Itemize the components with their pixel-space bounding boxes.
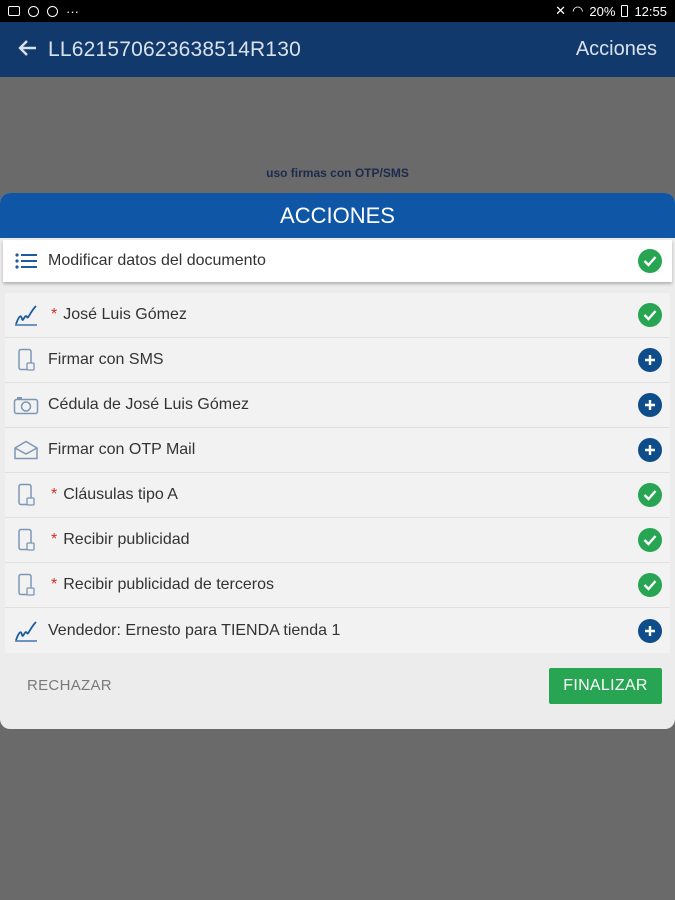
required-marker: * <box>51 531 58 548</box>
phone-icon <box>13 527 39 553</box>
finish-button[interactable]: FINALIZAR <box>549 668 662 704</box>
reject-button[interactable]: RECHAZAR <box>27 668 112 704</box>
action-item-label: Recibir publicidad de terceros <box>63 576 275 593</box>
check-icon <box>638 303 662 327</box>
check-icon <box>638 249 662 273</box>
phone-icon <box>13 572 39 598</box>
action-item[interactable]: * Recibir publicidad de terceros <box>5 563 670 608</box>
clock: 12:55 <box>634 3 667 19</box>
action-item[interactable]: * Cláusulas tipo A <box>5 473 670 518</box>
action-item-label: Vendedor: Ernesto para TIENDA tienda 1 <box>48 621 341 639</box>
signature-icon <box>13 618 39 644</box>
add-icon[interactable] <box>638 348 662 372</box>
actions-menu-button[interactable]: Acciones <box>576 38 657 61</box>
list-icon <box>13 248 39 274</box>
action-item-label: José Luis Gómez <box>63 306 187 323</box>
modify-document-label: Modificar datos del documento <box>48 252 266 269</box>
action-item[interactable]: Vendedor: Ernesto para TIENDA tienda 1 <box>5 608 670 653</box>
modify-document-item[interactable]: Modificar datos del documento <box>3 240 672 282</box>
battery-level: 20% <box>589 3 616 19</box>
camera-icon <box>13 392 39 418</box>
action-item[interactable]: * José Luis Gómez <box>5 293 670 338</box>
required-marker: * <box>51 306 58 323</box>
wifi-icon: ◠ <box>572 3 584 18</box>
document-title: LL621570623638514R130 <box>48 37 301 61</box>
required-marker: * <box>51 486 58 503</box>
action-item-label: Recibir publicidad <box>63 531 190 548</box>
action-item[interactable]: Cédula de José Luis Gómez <box>5 383 670 428</box>
action-item[interactable]: * Recibir publicidad <box>5 518 670 563</box>
arrow-left-icon[interactable] <box>18 36 40 64</box>
phone-icon <box>13 482 39 508</box>
app-bar: LL621570623638514R130 Acciones <box>0 22 675 77</box>
check-icon <box>638 573 662 597</box>
network-notification-icon <box>28 5 39 17</box>
dialog-footer: RECHAZAR FINALIZAR <box>0 668 675 704</box>
action-item[interactable]: Firmar con SMS <box>5 338 670 383</box>
status-bar: ··· ✕ ◠ 20% 12:55 <box>0 0 675 22</box>
dialog-title: ACCIONES <box>0 193 675 238</box>
action-item-label: Firmar con OTP Mail <box>48 441 196 458</box>
mail-icon <box>13 437 39 463</box>
add-icon[interactable] <box>638 618 662 643</box>
required-marker: * <box>51 576 58 593</box>
action-item[interactable]: Firmar con OTP Mail <box>5 428 670 473</box>
background-document-text: uso firmas con OTP/SMS <box>266 166 409 180</box>
vpn-notification-icon <box>47 5 58 17</box>
add-icon[interactable] <box>638 438 662 462</box>
image-notification-icon <box>8 6 20 16</box>
signature-icon <box>13 302 39 328</box>
actions-dialog: ACCIONES Modificar datos del documento *… <box>0 193 675 729</box>
action-item-label: Cláusulas tipo A <box>63 486 178 503</box>
check-icon <box>638 528 662 552</box>
action-item-label: Firmar con SMS <box>48 351 164 368</box>
battery-icon <box>621 5 629 17</box>
mute-icon: ✕ <box>555 3 567 18</box>
check-icon <box>638 483 662 507</box>
add-icon[interactable] <box>638 393 662 417</box>
actions-list: * José Luis Gómez Firmar con SMS Cédula de … <box>5 293 670 653</box>
more-notifications-indicator: ··· <box>66 3 79 19</box>
phone-icon <box>13 347 39 373</box>
action-item-label: Cédula de José Luis Gómez <box>48 396 249 413</box>
